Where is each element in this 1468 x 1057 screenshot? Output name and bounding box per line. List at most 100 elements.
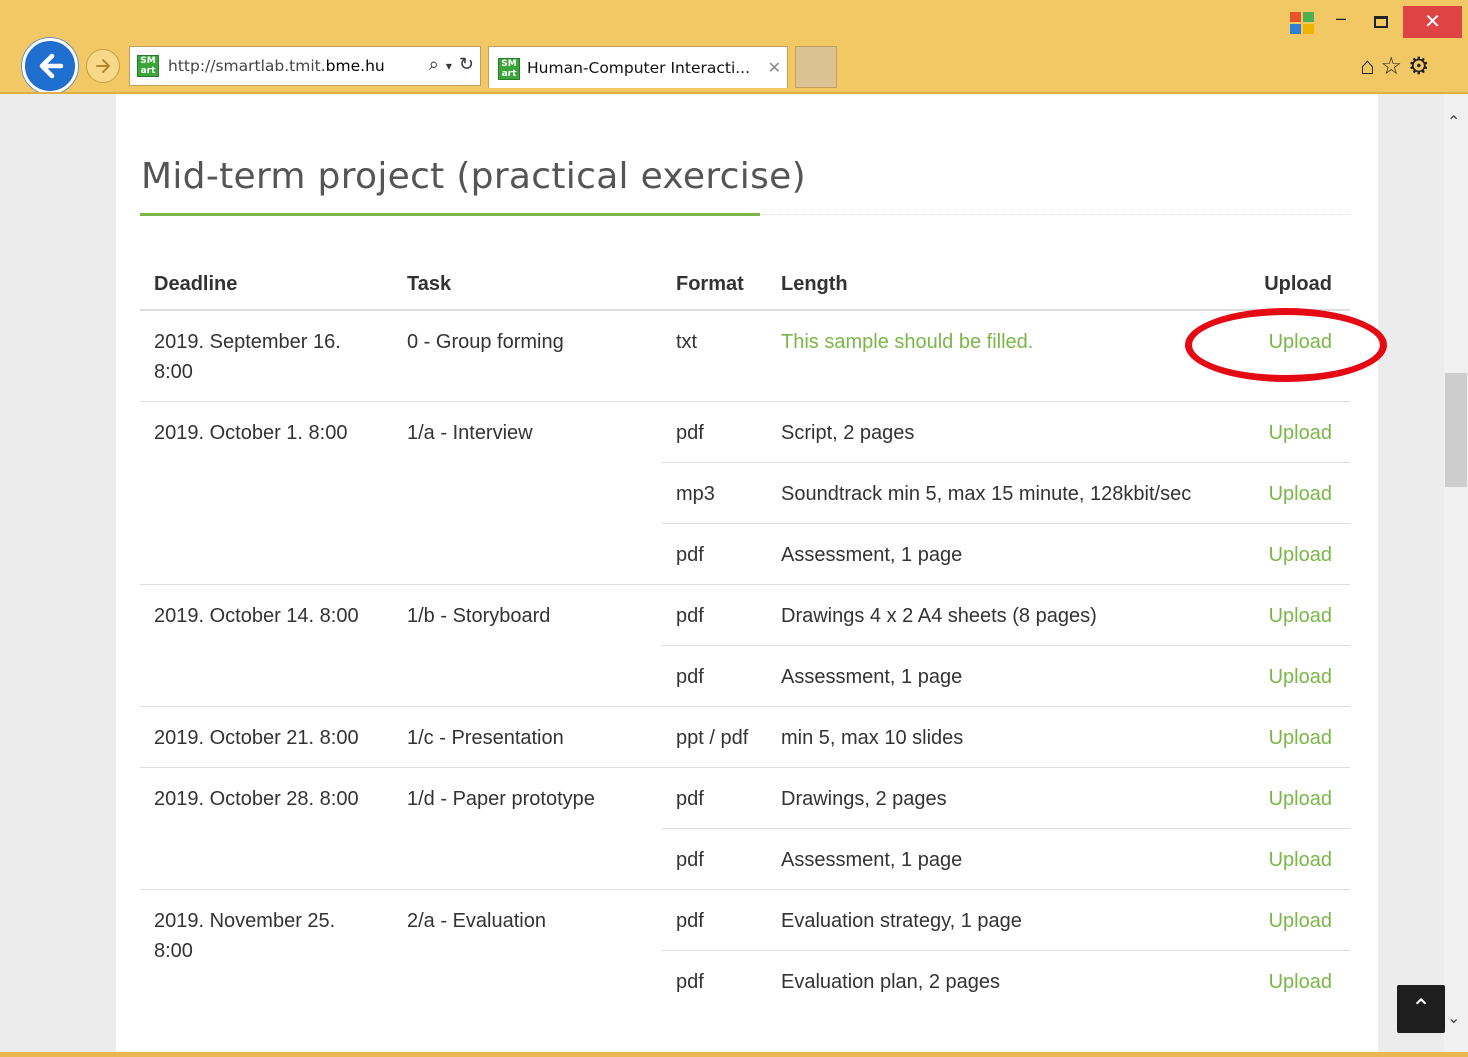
header-length: Length [767, 262, 1213, 311]
format-cell: ppt / pdf [662, 706, 767, 768]
page-title: Mid-term project (practical exercise) [141, 156, 806, 197]
scroll-down-icon[interactable]: ⌄ [1447, 1008, 1460, 1028]
site-favicon-icon: SM art [137, 55, 159, 77]
length-cell: Drawings 4 x 2 A4 sheets (8 pages) [767, 584, 1213, 646]
length-cell: Drawings, 2 pages [767, 767, 1213, 829]
deadline-cell: 2019. October 14. 8:00 [140, 584, 393, 707]
format-cell: pdf [662, 401, 767, 463]
tab-close-icon[interactable]: ✕ [768, 58, 781, 78]
upload-cell: Upload [1213, 828, 1350, 890]
deadline-cell: 2019. November 25. 8:00 [140, 889, 393, 1011]
back-to-top-button[interactable]: ⌃ [1397, 985, 1445, 1033]
table-row: 2019. October 14. 8:00 1/b - Storyboard … [140, 584, 1350, 707]
length-cell: Assessment, 1 page [767, 523, 1213, 585]
browser-toolbar: SM art http://smartlab.tmit.bme.hu ⌕ ▾ ↻ SM… [0, 0, 1468, 94]
app-logo-icon [1290, 12, 1314, 34]
task-cell: 2/a - Evaluation [393, 889, 662, 1011]
upload-cell: Upload [1213, 462, 1350, 524]
format-cell: txt [662, 309, 767, 402]
refresh-icon[interactable]: ↻ [459, 54, 474, 74]
upload-link[interactable]: Upload [1269, 727, 1332, 749]
upload-link[interactable]: Upload [1269, 605, 1332, 627]
length-cell: Soundtrack min 5, max 15 minute, 128kbit… [767, 462, 1213, 524]
highlight-circle-annotation [1185, 308, 1387, 382]
maximize-icon[interactable] [1374, 16, 1388, 28]
table-row: 2019. October 21. 8:00 1/c - Presentatio… [140, 706, 1350, 768]
format-cell: mp3 [662, 462, 767, 524]
upload-link[interactable]: Upload [1269, 544, 1332, 566]
deadline-cell: 2019. October 28. 8:00 [140, 767, 393, 890]
task-cell: 0 - Group forming [393, 309, 662, 402]
table-row: 2019. September 16. 8:00 0 - Group formi… [140, 309, 1350, 402]
format-cell: pdf [662, 950, 767, 1011]
upload-link[interactable]: Upload [1269, 788, 1332, 810]
upload-cell: Upload [1213, 767, 1350, 829]
scrollbar-thumb[interactable] [1445, 373, 1467, 487]
header-upload: Upload [1213, 262, 1350, 311]
upload-cell: Upload [1213, 889, 1350, 951]
format-cell: pdf [662, 645, 767, 707]
upload-cell: Upload [1213, 584, 1350, 646]
vertical-scrollbar[interactable]: ⌃ ⌄ [1444, 94, 1468, 1057]
home-icon[interactable]: ⌂ [1360, 53, 1381, 80]
length-cell: min 5, max 10 slides [767, 706, 1213, 768]
upload-cell: Upload [1213, 523, 1350, 585]
upload-link[interactable]: Upload [1269, 910, 1332, 932]
upload-cell: Upload [1213, 401, 1350, 463]
url-text[interactable]: http://smartlab.tmit.bme.hu [168, 57, 385, 75]
format-cell: pdf [662, 889, 767, 951]
deadline-cell: 2019. October 21. 8:00 [140, 706, 393, 768]
sample-link[interactable]: This sample should be filled. [781, 331, 1033, 353]
upload-link[interactable]: Upload [1269, 971, 1332, 993]
length-cell: Evaluation plan, 2 pages [767, 950, 1213, 1011]
search-icon[interactable]: ⌕ [429, 54, 439, 74]
upload-cell: Upload [1213, 706, 1350, 768]
upload-link[interactable]: Upload [1269, 666, 1332, 688]
table-header-row: Deadline Task Format Length Upload [140, 262, 1350, 311]
length-cell: Script, 2 pages [767, 401, 1213, 463]
length-cell: Assessment, 1 page [767, 645, 1213, 707]
task-cell: 1/a - Interview [393, 401, 662, 585]
scroll-up-icon[interactable]: ⌃ [1447, 112, 1460, 132]
format-cell: pdf [662, 828, 767, 890]
browser-tab[interactable]: SM art Human-Computer Interacti... ✕ [488, 46, 788, 88]
back-button[interactable] [22, 38, 78, 94]
task-cell: 1/b - Storyboard [393, 584, 662, 707]
back-arrow-icon [39, 53, 64, 79]
table-row: 2019. November 25. 8:00 2/a - Evaluation… [140, 889, 1350, 1011]
upload-cell: Upload [1213, 950, 1350, 1011]
close-window-button[interactable]: ✕ [1403, 6, 1462, 38]
format-cell: pdf [662, 767, 767, 829]
page-viewport: Mid-term project (practical exercise) De… [0, 94, 1444, 1057]
project-table: Deadline Task Format Length Upload 2019.… [140, 262, 1350, 1011]
header-task: Task [393, 262, 662, 311]
new-tab-button[interactable] [795, 46, 837, 88]
length-cell: This sample should be filled. [767, 309, 1213, 402]
deadline-cell: 2019. September 16. 8:00 [140, 309, 393, 402]
header-format: Format [662, 262, 767, 311]
content-card: Mid-term project (practical exercise) De… [116, 94, 1378, 1057]
favorites-star-icon[interactable]: ☆ [1381, 53, 1409, 80]
upload-link[interactable]: Upload [1269, 422, 1332, 444]
forward-arrow-icon [96, 59, 110, 73]
task-cell: 1/d - Paper prototype [393, 767, 662, 890]
title-underline [140, 213, 760, 216]
settings-gear-icon[interactable]: ⚙ [1408, 53, 1436, 80]
minimize-icon[interactable]: – [1336, 8, 1346, 29]
length-cell: Assessment, 1 page [767, 828, 1213, 890]
dropdown-icon[interactable]: ▾ [446, 59, 452, 73]
format-cell: pdf [662, 584, 767, 646]
forward-button[interactable] [86, 49, 120, 83]
format-cell: pdf [662, 523, 767, 585]
table-row: 2019. October 1. 8:00 1/a - Interview pd… [140, 401, 1350, 585]
tab-favicon-icon: SM art [498, 58, 520, 80]
table-row: 2019. October 28. 8:00 1/d - Paper proto… [140, 767, 1350, 890]
tab-title: Human-Computer Interacti... [527, 59, 751, 77]
task-cell: 1/c - Presentation [393, 706, 662, 768]
chevron-up-icon: ⌃ [1410, 995, 1432, 1022]
upload-link[interactable]: Upload [1269, 483, 1332, 505]
header-deadline: Deadline [140, 262, 393, 311]
deadline-cell: 2019. October 1. 8:00 [140, 401, 393, 585]
upload-link[interactable]: Upload [1269, 849, 1332, 871]
address-bar[interactable]: SM art http://smartlab.tmit.bme.hu ⌕ ▾ ↻ [129, 46, 481, 86]
